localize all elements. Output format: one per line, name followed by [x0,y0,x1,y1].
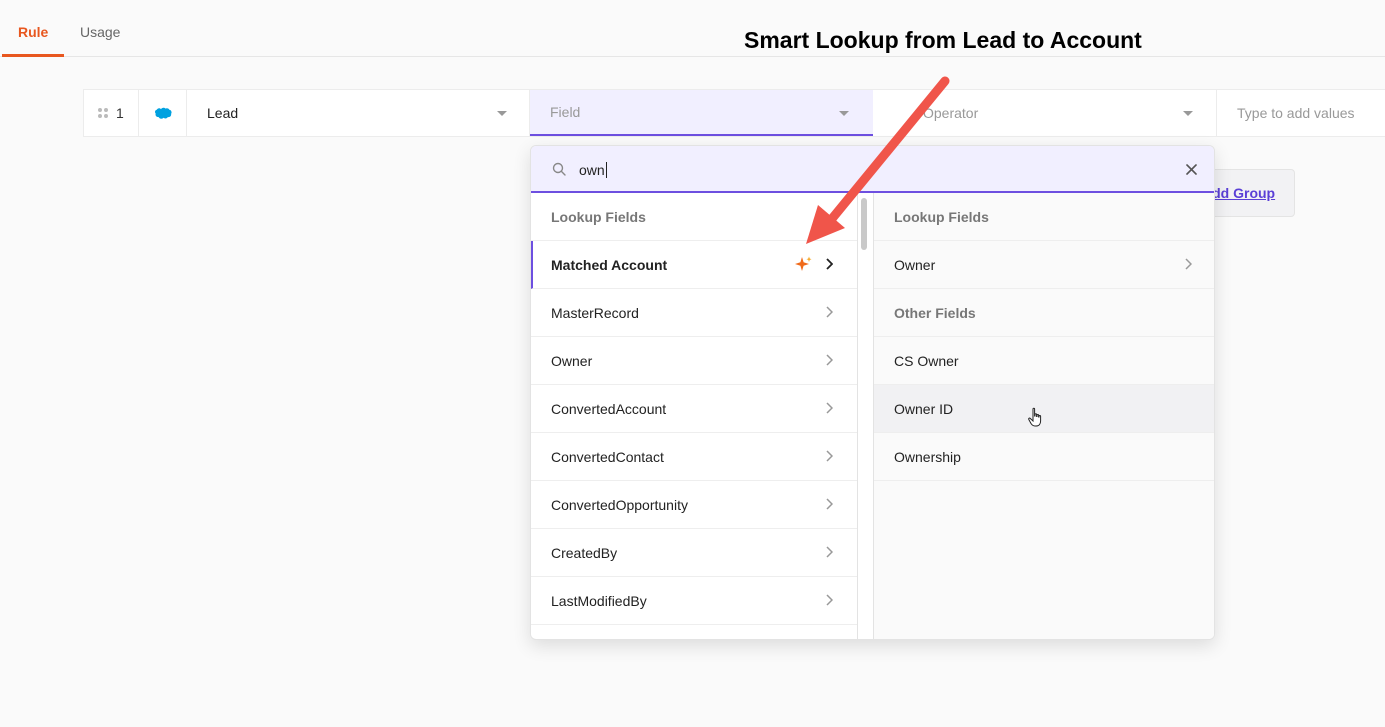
chevron-right-icon [826,450,833,462]
list-item-convertedcontact[interactable]: ConvertedContact [531,433,857,481]
text-cursor [605,162,607,178]
chevron-right-icon [826,402,833,414]
list-item-cs-owner[interactable]: CS Owner [874,337,1214,385]
list-item-label: MasterRecord [551,304,639,321]
chevron-right-icon [826,306,833,318]
list-item-label: ConvertedContact [551,448,664,465]
value-input-placeholder: Type to add values [1237,105,1355,121]
sparkle-icon [795,256,812,271]
list-item-owner[interactable]: Owner [531,337,857,385]
value-input[interactable]: Type to add values [1217,90,1385,136]
list-item-label: Owner ID [894,400,954,417]
lookup-fields-header: Lookup Fields [531,193,857,241]
annotation-title: Smart Lookup from Lead to Account [744,27,1142,53]
tab-usage[interactable]: Usage [80,24,120,40]
rule-row: 1 Lead Field Operator Type to add values [83,89,1385,137]
list-item-label: ConvertedOpportunity [551,496,688,513]
list-item-ownership[interactable]: Ownership [874,433,1214,481]
list-item-label: Matched Account [551,256,668,273]
list-item-label: ConvertedAccount [551,400,667,417]
salesforce-cloud-icon [154,107,172,119]
lookup-fields-list[interactable]: Lookup Fields Matched Account MasterReco… [531,193,858,639]
field-search-value: own [579,162,605,178]
chevron-down-icon [839,111,849,116]
field-dropdown: own Lookup Fields Matched Account Master… [530,145,1215,640]
list-item-label: LastModifiedBy [551,592,647,609]
chevron-right-icon [826,546,833,558]
list-scrollbar[interactable] [861,198,867,250]
object-select[interactable]: Lead [187,90,530,136]
lookup-fields-header: Lookup Fields [874,193,1214,241]
hand-cursor-icon [1028,407,1042,427]
tab-rule[interactable]: Rule [18,24,48,40]
field-search-bar: own [531,146,1214,193]
chevron-right-icon [826,258,833,270]
drag-handle-icon[interactable] [98,108,108,118]
list-item-label: CS Owner [894,352,959,369]
list-item-convertedopportunity[interactable]: ConvertedOpportunity [531,481,857,529]
list-item-label: CreatedBy [551,544,618,561]
chevron-right-icon [826,594,833,606]
chevron-right-icon [1185,258,1192,270]
object-icon-cell [139,90,187,136]
tab-bar: Rule Usage [0,0,1385,57]
list-item-createdby[interactable]: CreatedBy [531,529,857,577]
object-select-value: Lead [207,105,239,121]
chevron-right-icon [826,498,833,510]
field-select-placeholder: Field [550,104,581,120]
row-index: 1 [116,105,124,121]
list-item-masterrecord[interactable]: MasterRecord [531,289,857,337]
field-select[interactable]: Field [530,90,873,136]
list-item-owner-lookup[interactable]: Owner [874,241,1214,289]
operator-select-placeholder: Operator [923,105,979,121]
chevron-down-icon [497,111,507,116]
list-item-convertedaccount[interactable]: ConvertedAccount [531,385,857,433]
active-tab-indicator [2,54,64,57]
search-icon [552,162,566,176]
drag-handle-cell[interactable]: 1 [84,90,139,136]
operator-select[interactable]: Operator [873,90,1217,136]
field-search-input[interactable]: own [579,162,607,178]
list-item-label: Owner [894,256,936,273]
list-item-label: Owner [551,352,593,369]
close-icon[interactable] [1186,164,1197,175]
chevron-right-icon [826,354,833,366]
chevron-down-icon [1183,111,1193,116]
other-fields-header: Other Fields [874,289,1214,337]
list-item-lastmodifiedby[interactable]: LastModifiedBy [531,577,857,625]
list-item-label: Ownership [894,448,961,465]
list-item-matched-account[interactable]: Matched Account [531,241,857,289]
